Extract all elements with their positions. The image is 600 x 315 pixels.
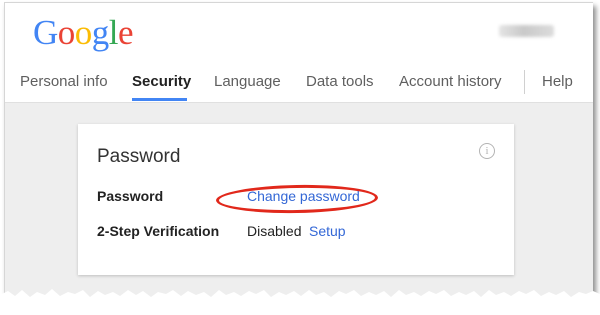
- card-title: Password: [97, 146, 181, 167]
- logo-letter: g: [91, 13, 110, 52]
- password-row-label: Password: [97, 188, 164, 204]
- setup-link[interactable]: Setup: [309, 223, 346, 239]
- active-tab-indicator: [132, 98, 187, 101]
- tab-language[interactable]: Language: [214, 73, 281, 90]
- two-step-row-label: 2-Step Verification: [97, 223, 220, 239]
- top-nav: Personal info Security Language Data too…: [5, 65, 593, 101]
- tab-security[interactable]: Security: [132, 73, 191, 90]
- google-logo[interactable]: Google: [33, 11, 134, 55]
- app-header: Google Personal info Security Language D…: [5, 3, 593, 103]
- tab-account-history[interactable]: Account history: [399, 73, 502, 90]
- account-name-blurred[interactable]: [499, 25, 554, 37]
- logo-letter: e: [118, 13, 134, 52]
- logo-letter: G: [33, 13, 58, 52]
- nav-divider: [524, 70, 525, 94]
- tab-personal-info[interactable]: Personal info: [20, 73, 108, 90]
- logo-letter: l: [108, 13, 119, 52]
- tab-help[interactable]: Help: [542, 73, 573, 90]
- two-step-status: Disabled: [247, 223, 302, 239]
- screenshot-frame: Google Personal info Security Language D…: [4, 2, 593, 303]
- tab-data-tools[interactable]: Data tools: [306, 73, 374, 90]
- info-circle-icon[interactable]: i: [479, 143, 495, 159]
- torn-edge: [0, 289, 600, 315]
- logo-letter: o: [74, 13, 93, 52]
- logo-letter: o: [57, 13, 76, 52]
